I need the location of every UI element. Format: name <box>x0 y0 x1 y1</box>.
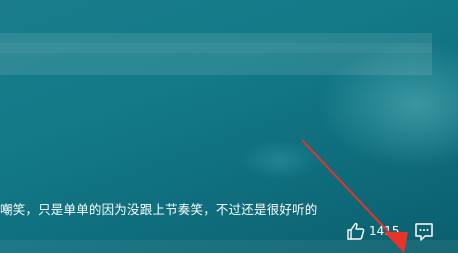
thumbs-up-icon[interactable] <box>346 221 366 241</box>
top-input-band <box>0 33 432 75</box>
bottom-band <box>0 240 458 253</box>
background-glow-small <box>240 140 320 180</box>
speech-bubble-icon[interactable] <box>414 222 434 242</box>
comment-text: 嘲笑，只是单单的因为没跟上节奏笑，不过还是很好听的 <box>0 202 318 217</box>
top-input-band-inner <box>0 43 432 53</box>
like-count: 1415 <box>369 224 400 238</box>
